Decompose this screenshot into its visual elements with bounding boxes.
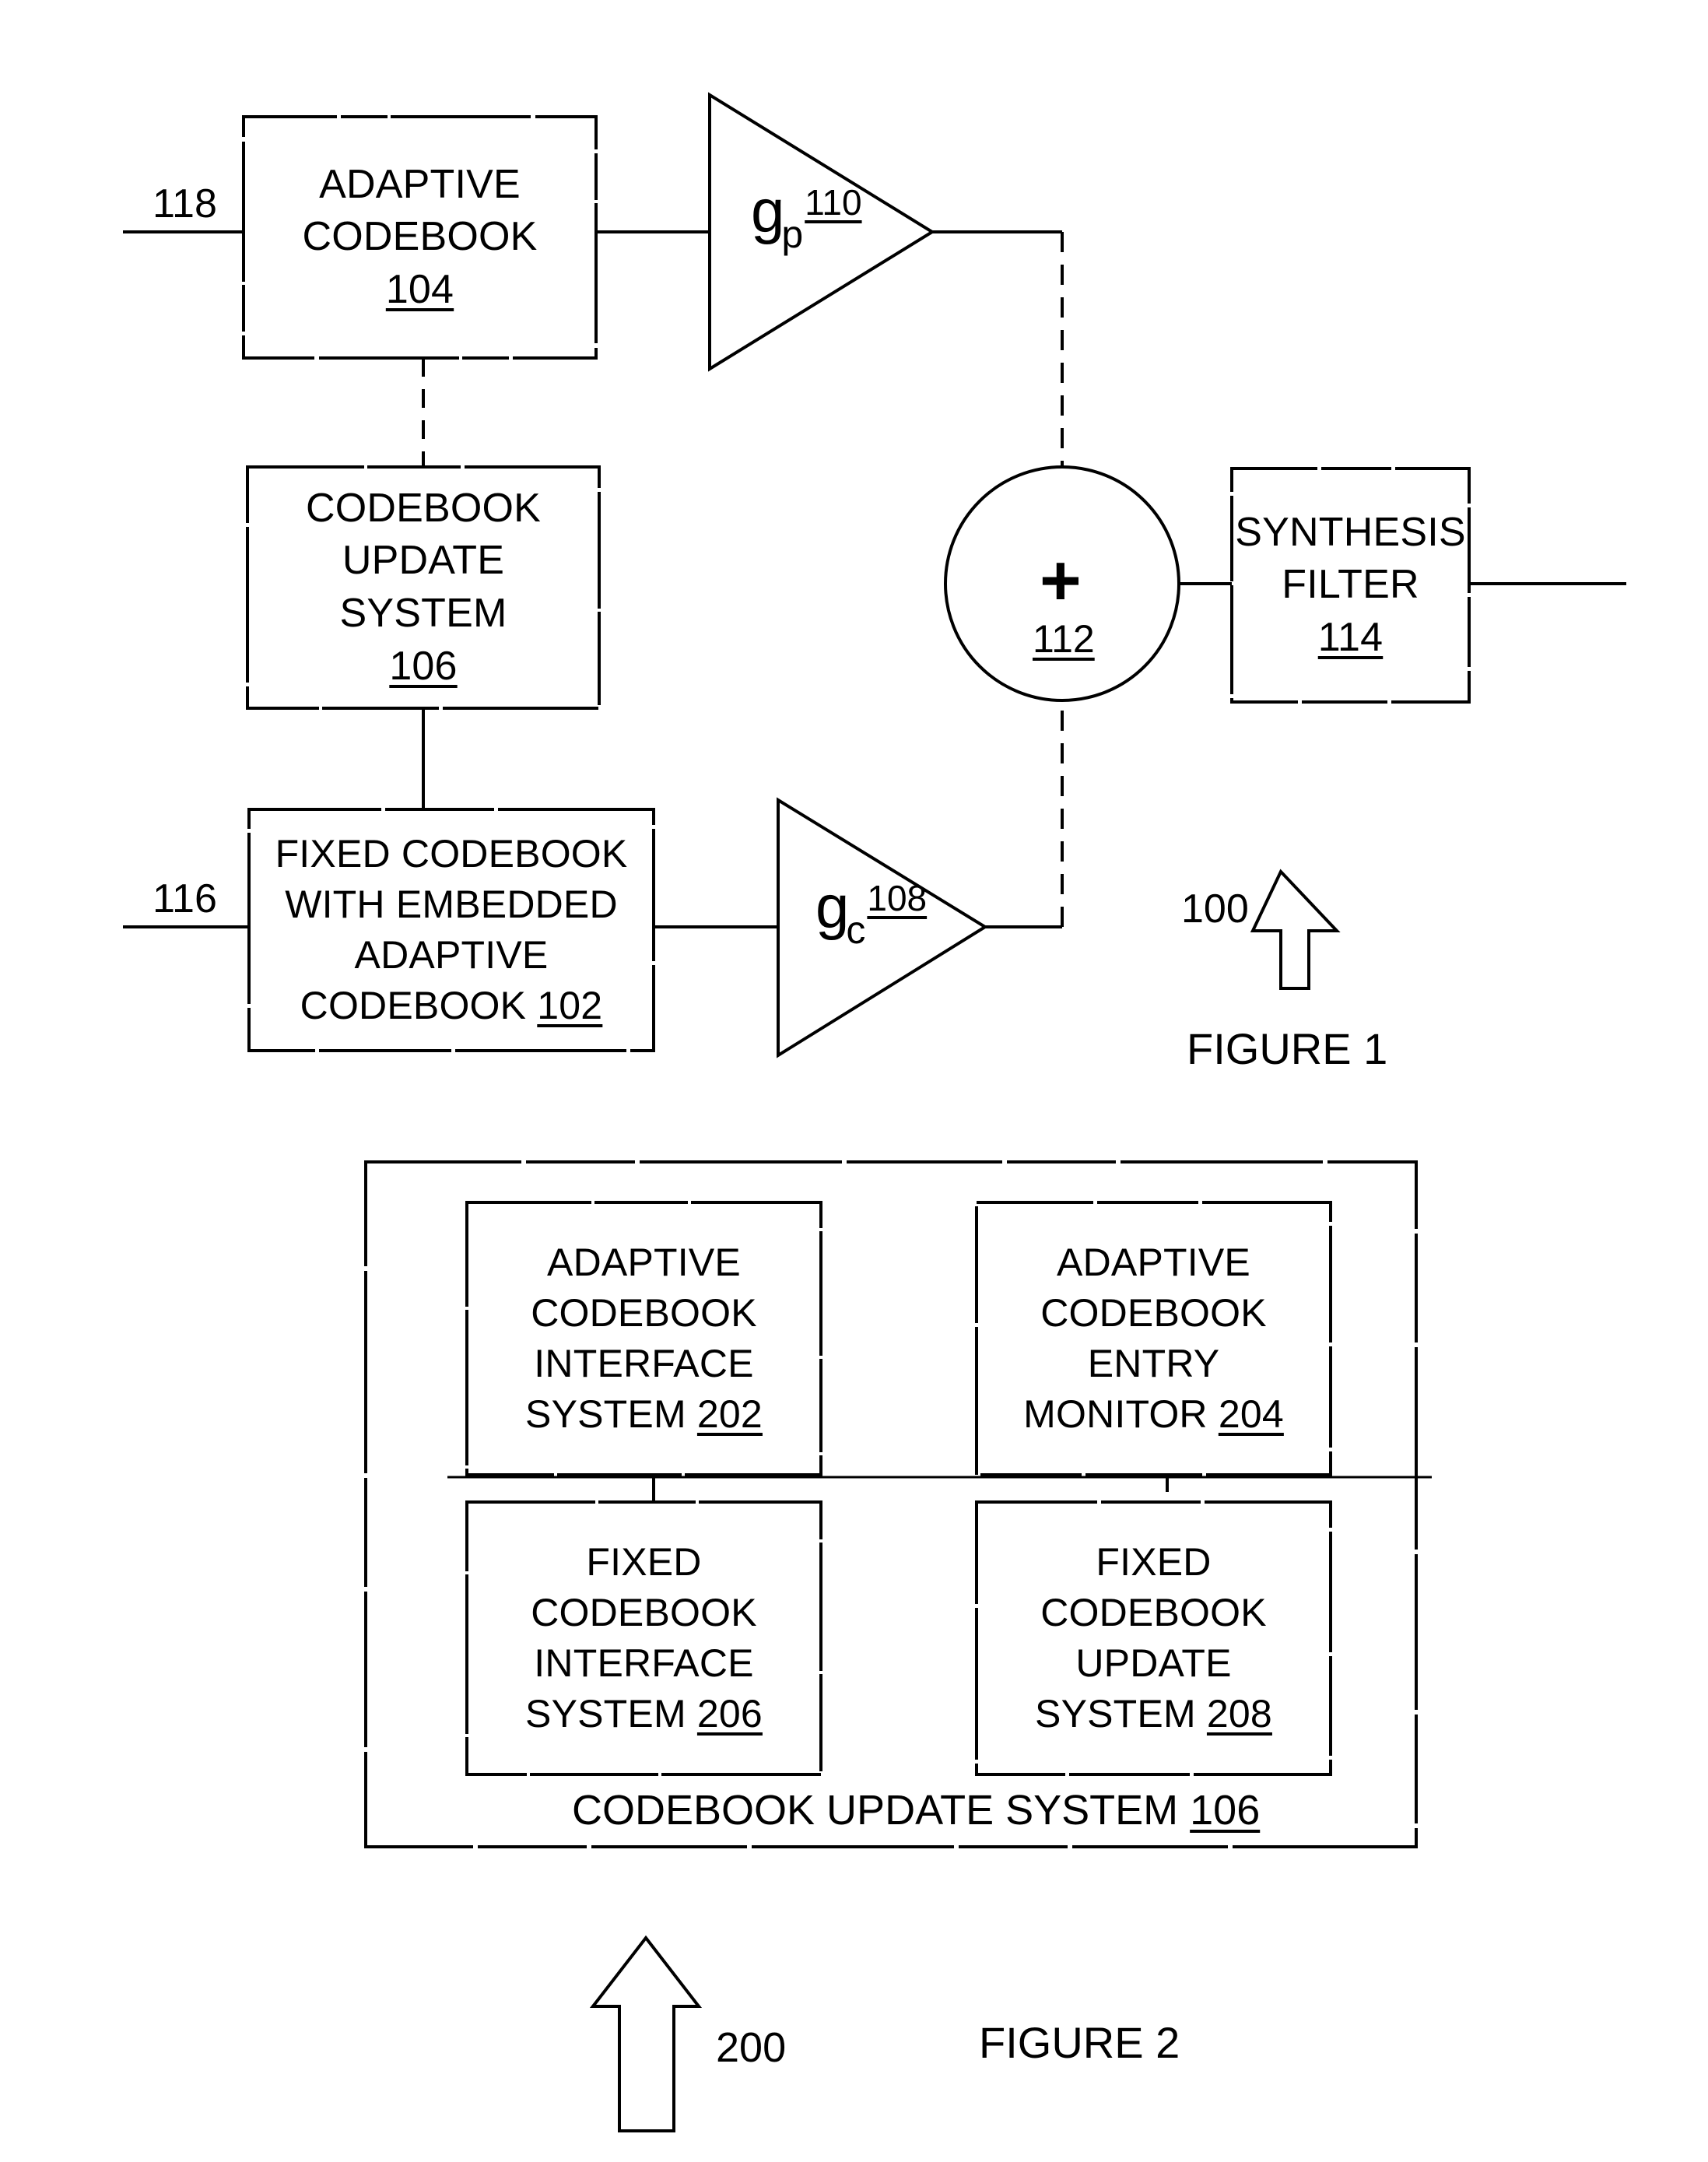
figure1-caption: FIGURE 1 xyxy=(1187,1024,1388,1073)
figure1-ref-arrow xyxy=(1250,869,1341,990)
fixed-codebook-box xyxy=(247,808,655,1052)
gain-gc-ref: 108 xyxy=(867,878,928,918)
figure2-system-ref: 200 xyxy=(716,2024,787,2071)
codebook-update-system-box xyxy=(246,465,601,710)
gain-gc-symbol: g xyxy=(815,872,850,941)
box-204 xyxy=(975,1201,1332,1476)
synthesis-filter-box xyxy=(1230,467,1471,704)
box-208 xyxy=(975,1500,1332,1776)
diagram-vector-layer xyxy=(123,92,1626,2132)
figure2-container-title-ref: 106 xyxy=(1190,1787,1261,1834)
figure2-outer-container xyxy=(364,1160,1418,1848)
figure2-caption: FIGURE 2 xyxy=(979,2018,1180,2067)
figure1-system-ref: 100 xyxy=(1181,886,1249,932)
figure2-ref-arrow xyxy=(589,1935,703,2132)
box-202 xyxy=(465,1201,822,1476)
gain-gc-label: gc108 xyxy=(815,876,927,949)
gain-gc-subscript: c xyxy=(846,908,866,952)
gain-gp-ref: 110 xyxy=(805,182,862,223)
summer-ref-112: 112 xyxy=(1033,617,1095,661)
summer-plus-symbol: + xyxy=(1040,541,1082,620)
ref-116: 116 xyxy=(153,876,217,921)
gain-gp-subscript: p xyxy=(781,212,804,256)
adaptive-codebook-box xyxy=(242,115,598,360)
ref-118: 118 xyxy=(153,181,217,226)
figure2-container-title-text: CODEBOOK UPDATE SYSTEM xyxy=(572,1787,1191,1834)
gain-gp-symbol: g xyxy=(751,177,785,245)
patent-drawing-page: 118 ADAPTIVE CODEBOOK 104 gp110 CODEBOOK… xyxy=(0,0,1708,2162)
box-206 xyxy=(465,1500,822,1776)
gain-gp-label: gp110 xyxy=(751,181,862,254)
figure2-container-title: CODEBOOK UPDATE SYSTEM 106 xyxy=(572,1786,1260,1834)
